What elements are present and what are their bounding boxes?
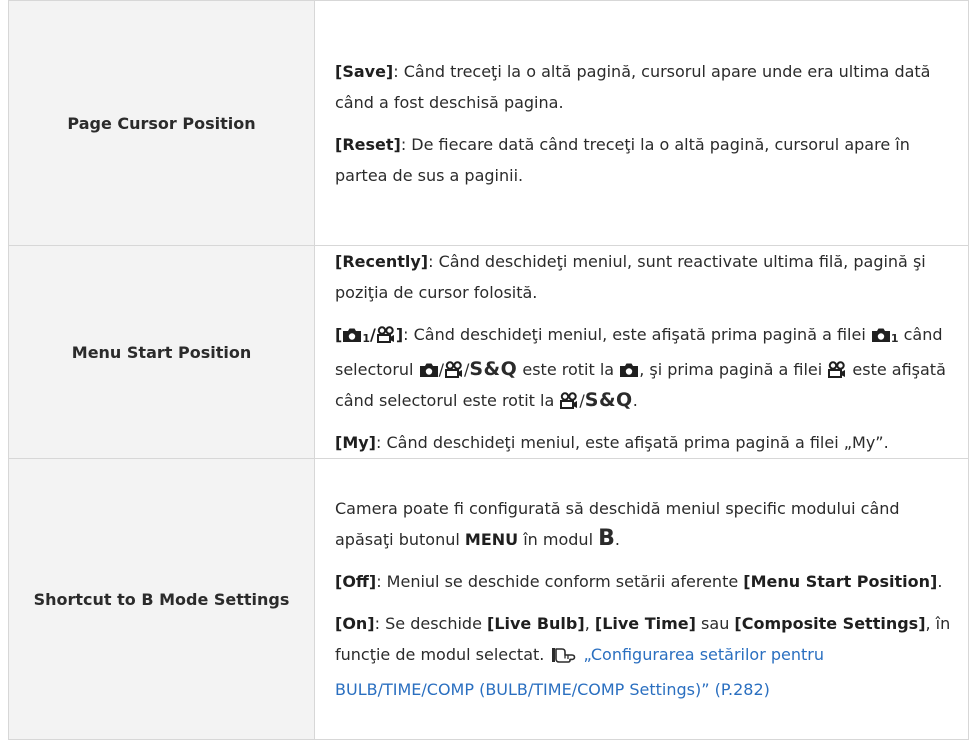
table-row: Page Cursor Position [Save]: Când treceţ… [8, 0, 969, 246]
camera-icon [419, 362, 439, 378]
option-key: [Off] [335, 572, 377, 591]
movie-icon [444, 361, 464, 378]
option-key: [1/] [335, 325, 404, 345]
camera-icon [871, 327, 891, 343]
save-option: [Save]: Când treceţi la o altă pagină, c… [335, 56, 956, 118]
setting-label: Page Cursor Position [8, 0, 315, 246]
settings-table: Page Cursor Position [Save]: Când treceţ… [8, 0, 969, 740]
setting-label: Shortcut to B Mode Settings [8, 458, 315, 740]
option-key: [Save] [335, 61, 394, 81]
sq-mode-label: S&Q [584, 389, 633, 411]
movie-icon [827, 361, 847, 378]
option-key: [On] [335, 614, 375, 633]
setting-description: [Recently]: Când deschideţi meniul, sunt… [314, 245, 969, 459]
reset-option: [Reset]: De fiecare dată când treceţi la… [335, 129, 956, 191]
menu-button-name: MENU [464, 530, 519, 549]
off-option: [Off]: Meniul se deschide conform setări… [335, 572, 943, 591]
option-text: : De fiecare dată când treceţi la o altă… [335, 134, 910, 185]
intro-text: Camera poate fi configurată să deschidă … [335, 499, 900, 551]
table-row: Menu Start Position [Recently]: Când des… [8, 245, 969, 459]
camera-icon [619, 362, 639, 378]
option-text: : Când deschideţi meniul, este afişată p… [375, 433, 889, 452]
setting-description: Camera poate fi configurată să deschidă … [314, 458, 969, 740]
b-mode-letter: B [598, 526, 615, 551]
recently-option: [Recently]: Când deschideţi meniul, sunt… [335, 246, 956, 308]
setting-label: Menu Start Position [8, 245, 315, 459]
camera-icon [342, 327, 362, 343]
reference-icon [551, 643, 577, 674]
setting-description: [Save]: Când treceţi la o altă pagină, c… [314, 0, 969, 246]
table-row: Shortcut to B Mode Settings Camera poate… [8, 458, 969, 740]
sq-mode-label: S&Q [469, 358, 518, 380]
option-key: [My] [335, 433, 376, 452]
option-key: [Recently] [335, 252, 429, 271]
option-text: : Când treceţi la o altă pagină, cursoru… [335, 61, 931, 112]
movie-icon [376, 326, 396, 343]
camera-movie-option: [1/]: Când deschideţi meniul, este afişa… [335, 325, 946, 411]
my-option: [My]: Când deschideţi meniul, este afişa… [335, 427, 956, 458]
movie-icon [559, 392, 579, 409]
on-option: [On]: Se deschide [Live Bulb], [Live Tim… [335, 614, 951, 699]
option-key: [Reset] [335, 134, 401, 154]
